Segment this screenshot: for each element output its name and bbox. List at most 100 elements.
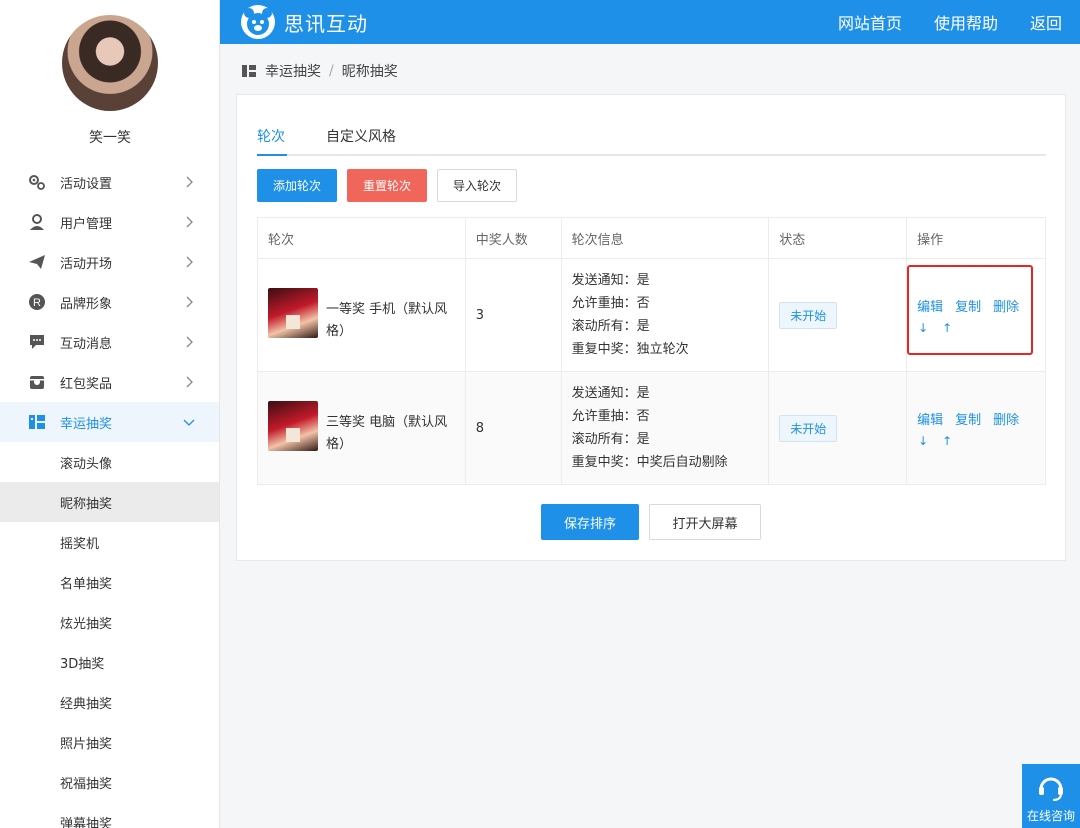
breadcrumb-parent[interactable]: 幸运抽奖 [265, 61, 321, 81]
bear-logo-icon[interactable] [240, 4, 276, 40]
sidebar-item-activity-settings[interactable]: 活动设置 [0, 162, 219, 202]
save-order-button[interactable]: 保存排序 [541, 504, 639, 540]
avatar[interactable] [62, 15, 158, 111]
submenu-item-scrolling-avatar[interactable]: 滚动头像 [0, 442, 219, 482]
top-nav: 网站首页 使用帮助 返回 [838, 0, 1080, 44]
ops-cell: 编辑 复制 删除 ↓ ↑ [906, 371, 1046, 485]
info-scroll-all: 滚动所有：是 [571, 432, 650, 447]
round-thumbnail [268, 287, 318, 338]
info-repeat-win: 重复中奖：独立轮次 [571, 342, 689, 357]
lottery-icon [28, 413, 46, 431]
status-badge: 未开始 [779, 414, 838, 442]
sidebar-item-lucky-draw[interactable]: 幸运抽奖 [0, 402, 219, 442]
sidebar-item-label: 品牌形象 [60, 296, 113, 312]
svg-text:R: R [33, 297, 41, 309]
copy-link[interactable]: 复制 [955, 413, 981, 428]
open-big-screen-button[interactable]: 打开大屏幕 [649, 504, 761, 540]
submenu-item-classic-draw[interactable]: 经典抽奖 [0, 682, 219, 722]
column-header: 操作 [906, 217, 1046, 259]
info-scroll-all: 滚动所有：是 [571, 319, 650, 334]
winners-count: 3 [464, 258, 562, 372]
chevron-right-icon [186, 216, 193, 228]
status-cell: 未开始 [768, 371, 908, 485]
sidebar: 笑一笑 活动设置 用户管理 活动开场 R 品牌形象 互动消息 红包奖品 幸运抽奖… [0, 0, 220, 828]
column-header: 中奖人数 [464, 217, 562, 259]
nav-help-link[interactable]: 使用帮助 [934, 10, 998, 34]
edit-link[interactable]: 编辑 [917, 413, 943, 428]
info-repeat-win: 重复中奖：中奖后自动剔除 [571, 455, 728, 470]
paper-plane-icon [28, 253, 46, 271]
winners-count: 8 [464, 371, 562, 485]
sidebar-item-red-packet-prizes[interactable]: 红包奖品 [0, 362, 219, 402]
move-down-icon[interactable]: ↓ [917, 434, 929, 448]
status-cell: 未开始 [768, 258, 908, 372]
add-round-button[interactable]: 添加轮次 [257, 169, 337, 202]
breadcrumb: 幸运抽奖 / 昵称抽奖 [242, 61, 398, 81]
round-info-cell: 发送通知：是 允许重抽：否 滚动所有：是 重复中奖：独立轮次 [560, 258, 770, 372]
copy-link[interactable]: 复制 [955, 300, 981, 315]
column-header: 轮次 [257, 217, 466, 259]
delete-link[interactable]: 删除 [993, 300, 1019, 315]
submenu-item-nickname-draw[interactable]: 昵称抽奖 [0, 482, 219, 522]
chevron-down-icon [183, 419, 195, 426]
tab-bar: 轮次 自定义风格 [257, 126, 1046, 156]
sidebar-item-label: 活动设置 [60, 176, 113, 192]
move-down-icon[interactable]: ↓ [917, 321, 929, 335]
gift-icon [28, 373, 46, 391]
column-header: 状态 [768, 217, 908, 259]
sort-arrows: ↓ ↑ [917, 321, 1035, 335]
nav-home-link[interactable]: 网站首页 [838, 10, 902, 34]
sidebar-item-label: 用户管理 [60, 216, 113, 232]
online-consult-button[interactable]: 在线咨询 [1022, 764, 1080, 828]
sort-arrows: ↓ ↑ [917, 434, 1035, 448]
rounds-table: 轮次 中奖人数 轮次信息 状态 操作 一等奖 手机（默认风格） 3 发送通知：是… [257, 217, 1046, 485]
registered-icon: R [28, 293, 46, 311]
move-up-icon[interactable]: ↑ [941, 321, 953, 335]
chevron-right-icon [186, 376, 193, 388]
submenu-item-barrage-draw[interactable]: 弹幕抽奖 [0, 802, 219, 828]
submenu-item-photo-draw[interactable]: 照片抽奖 [0, 722, 219, 762]
sidebar-item-label: 红包奖品 [60, 376, 113, 392]
submenu-item-glow-draw[interactable]: 炫光抽奖 [0, 602, 219, 642]
info-send-notice: 发送通知：是 [571, 273, 650, 288]
round-cell: 三等奖 电脑（默认风格） [257, 371, 466, 485]
breadcrumb-separator: / [329, 63, 334, 79]
chat-icon [28, 333, 46, 351]
round-cell: 一等奖 手机（默认风格） [257, 258, 466, 372]
brand-name[interactable]: 思讯互动 [284, 8, 368, 37]
submenu-item-3d-draw[interactable]: 3D抽奖 [0, 642, 219, 682]
submenu-item-blessing-draw[interactable]: 祝福抽奖 [0, 762, 219, 802]
submenu-item-list-draw[interactable]: 名单抽奖 [0, 562, 219, 602]
nav-back-link[interactable]: 返回 [1030, 10, 1062, 34]
info-send-notice: 发送通知：是 [571, 386, 650, 401]
user-icon [28, 213, 46, 231]
tab-rounds[interactable]: 轮次 [257, 126, 287, 156]
move-up-icon[interactable]: ↑ [941, 434, 953, 448]
status-badge: 未开始 [779, 301, 838, 329]
sidebar-item-label: 幸运抽奖 [60, 416, 113, 432]
chevron-right-icon [186, 296, 193, 308]
breadcrumb-current: 昵称抽奖 [341, 64, 398, 80]
tab-custom-style[interactable]: 自定义风格 [326, 126, 396, 156]
submenu-item-lottery-machine[interactable]: 摇奖机 [0, 522, 219, 562]
delete-link[interactable]: 删除 [993, 413, 1019, 428]
info-allow-redraw: 允许重抽：否 [571, 409, 650, 424]
sidebar-item-user-management[interactable]: 用户管理 [0, 202, 219, 242]
sidebar-item-activity-opening[interactable]: 活动开场 [0, 242, 219, 282]
sidebar-item-interactive-messages[interactable]: 互动消息 [0, 322, 219, 362]
chevron-right-icon [186, 256, 193, 268]
main-panel: 轮次 自定义风格 添加轮次 重置轮次 导入轮次 轮次 中奖人数 轮次信息 状态 … [236, 94, 1066, 561]
round-thumbnail [268, 400, 318, 451]
round-info-cell: 发送通知：是 允许重抽：否 滚动所有：是 重复中奖：中奖后自动剔除 [560, 371, 770, 485]
import-round-button[interactable]: 导入轮次 [437, 169, 517, 202]
sidebar-menu: 活动设置 用户管理 活动开场 R 品牌形象 互动消息 红包奖品 幸运抽奖 滚动头… [0, 162, 219, 828]
column-header: 轮次信息 [560, 217, 770, 259]
table-row: 三等奖 电脑（默认风格） 8 发送通知：是 允许重抽：否 滚动所有：是 重复中奖… [257, 371, 1046, 485]
lottery-icon [242, 65, 256, 77]
online-consult-label: 在线咨询 [1026, 809, 1075, 823]
table-header-row: 轮次 中奖人数 轮次信息 状态 操作 [257, 217, 1046, 259]
sidebar-item-brand-image[interactable]: R 品牌形象 [0, 282, 219, 322]
top-header: 思讯互动 网站首页 使用帮助 返回 [220, 0, 1080, 44]
reset-round-button[interactable]: 重置轮次 [347, 169, 427, 202]
edit-link[interactable]: 编辑 [917, 300, 943, 315]
